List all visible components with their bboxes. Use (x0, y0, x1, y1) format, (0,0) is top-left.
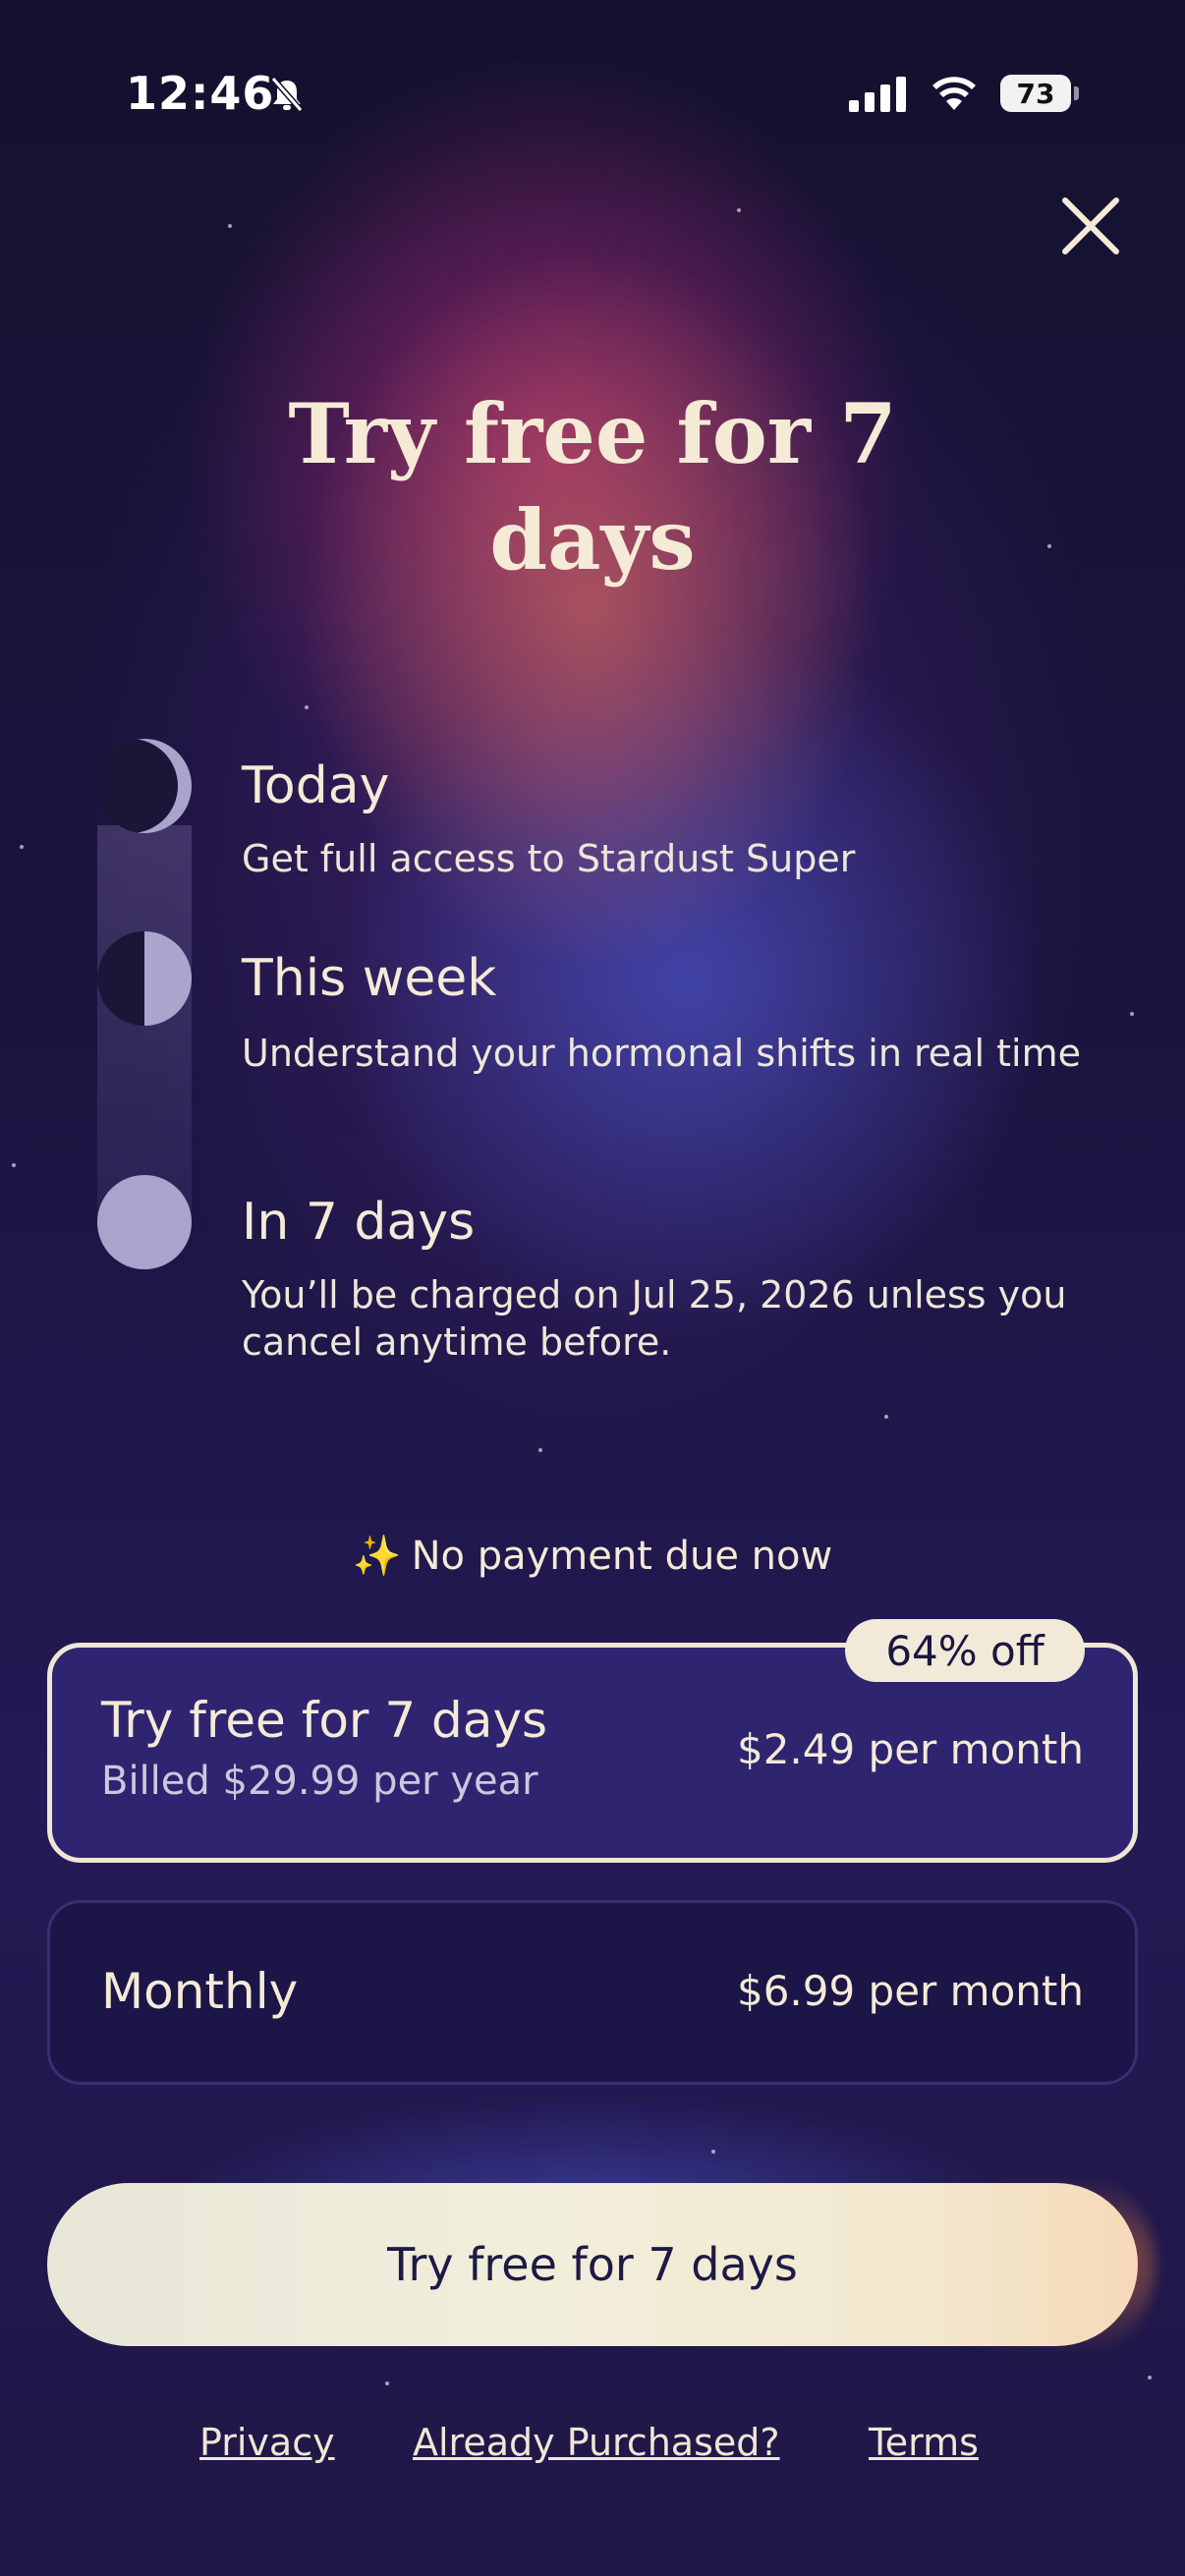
star (1130, 1012, 1134, 1016)
star (711, 2150, 715, 2154)
star (884, 1415, 888, 1419)
already-purchased-link[interactable]: Already Purchased? (413, 2421, 780, 2464)
start-trial-button[interactable]: Try free for 7 days (47, 2183, 1138, 2346)
terms-link[interactable]: Terms (869, 2421, 979, 2464)
star (12, 1163, 16, 1167)
page-title: Try free for 7 days (288, 385, 897, 588)
timeline-step-description: You’ll be charged on Jul 25, 2026 unless… (242, 1273, 1067, 1364)
full-moon-icon (97, 1175, 192, 1269)
plan-price: $6.99 per month (736, 1967, 1084, 2015)
star (737, 208, 741, 212)
close-icon[interactable] (1051, 187, 1130, 265)
status-bar: 12:46 73 (0, 0, 1185, 196)
star (305, 705, 309, 709)
star (20, 845, 24, 849)
star (228, 224, 232, 228)
sparkles-icon: ✨ (352, 1534, 402, 1579)
half-moon-icon (97, 931, 192, 1026)
star (538, 1448, 542, 1452)
battery-indicator: 73 (1000, 75, 1079, 114)
timeline-step-title: This week (242, 949, 497, 1008)
battery-level: 73 (1000, 75, 1071, 112)
plan-name: Monthly (101, 1963, 299, 2020)
timeline-step-description: Understand your hormonal shifts in real … (242, 1032, 1081, 1075)
discount-badge: 64% off (845, 1619, 1085, 1682)
bell-slash-icon (270, 77, 304, 112)
wifi-icon (932, 77, 976, 110)
plan-price: $2.49 per month (736, 1725, 1084, 1773)
star (1148, 2376, 1152, 2380)
no-payment-notice: ✨ No payment due now (0, 1533, 1185, 1579)
timeline-step-title: Today (242, 756, 390, 815)
timeline-step-description: Get full access to Stardust Super (242, 837, 856, 880)
status-time: 12:46 (126, 67, 275, 120)
battery-tip (1074, 86, 1079, 100)
timeline-step-title: In 7 days (242, 1193, 476, 1252)
star (385, 2381, 389, 2385)
privacy-link[interactable]: Privacy (199, 2421, 335, 2464)
plan-name: Try free for 7 days (101, 1692, 548, 1749)
crescent-moon-icon (97, 739, 192, 833)
no-payment-text: No payment due now (411, 1534, 833, 1579)
cellular-signal-icon (849, 77, 906, 112)
star (1047, 544, 1051, 548)
plan-billing-subtitle: Billed $29.99 per year (101, 1759, 538, 1804)
